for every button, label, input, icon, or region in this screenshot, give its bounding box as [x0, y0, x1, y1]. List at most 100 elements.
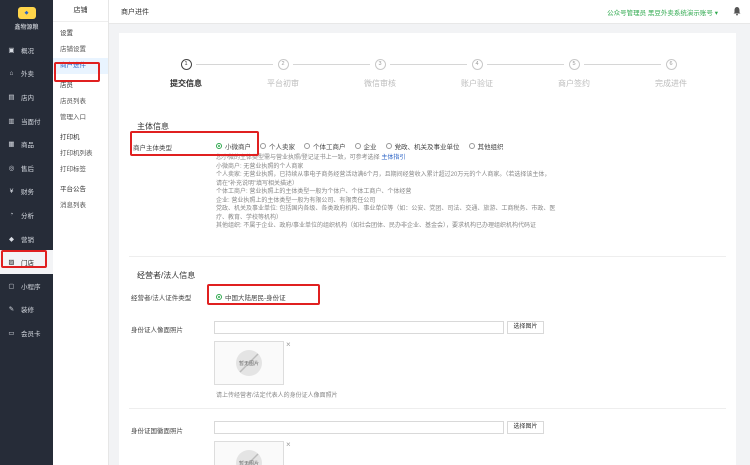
finance-icon: ¥ — [9, 187, 14, 195]
subject-type-option[interactable]: 企业 — [354, 141, 377, 151]
id-type-radios: 中国大陆居民-身份证 — [216, 292, 295, 302]
main-sidebar: ◆ 鑫物源粮 ▣ 概况 ⌂ 外卖 ▤ 店内 ▥ 当面付 ▦ 商品 ◎ 售后 ¥ 财务 ◔ 分析 ◆ 营销 ▨ 门店 ▢ 小… — [0, 0, 53, 465]
merchant-onboarding-card: 1 提交信息 2 平台初审 3 微信审核 4 账户验证 5 商户签约 6 完成进件 主体信息 商户主体… — [119, 33, 736, 465]
step-number: 3 — [374, 59, 386, 70]
bell-icon[interactable] — [732, 6, 742, 16]
sidebar-item-0[interactable]: ▣ 概况 — [0, 38, 53, 62]
subject-type-label: 商户主体类型 — [133, 145, 172, 152]
sidebar-item-label: 装修 — [21, 307, 34, 315]
step-label: 平台初审 — [267, 79, 299, 88]
step-number: 1 — [180, 59, 192, 70]
no-image-text: 暂无图片 — [238, 360, 259, 367]
membercard-icon: ▭ — [8, 329, 15, 337]
step-number: 5 — [568, 59, 580, 70]
sidebar-item-label: 外卖 — [21, 71, 34, 79]
subnav-item[interactable]: 管理入口 — [53, 110, 108, 126]
store-icon: ▤ — [8, 93, 15, 101]
sidebar-item-1[interactable]: ⌂ 外卖 — [0, 62, 53, 86]
logo[interactable]: ◆ 鑫物源粮 — [0, 0, 53, 38]
subject-type-option[interactable]: 党政、机关及事业单位 — [385, 141, 460, 151]
radio-dot-icon — [385, 143, 392, 149]
step-5: 5 商户签约 — [539, 59, 609, 89]
sidebar-item-label: 营销 — [21, 236, 34, 244]
subject-type-option-label: 其他组织 — [477, 144, 504, 151]
step-number: 2 — [277, 59, 289, 70]
subject-guide-link[interactable]: 主体指引 — [381, 155, 405, 161]
step-1: 1 提交信息 — [151, 59, 221, 89]
marketing-icon: ◆ — [9, 235, 14, 243]
subject-type-option-label: 企业 — [363, 144, 377, 151]
help-line: 个人卖家: 无营业执照，已持续从事电子商务经营活动满6个月，且期间经营收入累计超… — [216, 172, 551, 187]
step-label: 账户验证 — [461, 79, 493, 88]
subject-type-option[interactable]: 个人卖家 — [260, 141, 295, 151]
secondary-sidebar: 店铺 设置 店铺设置 商户进件 店员 店员列表 管理入口 打印机 打印机列表 打印标签 平台公告消… — [53, 0, 109, 465]
sidebar-item-9[interactable]: ▨ 门店 — [0, 250, 53, 274]
subject-type-option[interactable]: 个体工商户 — [304, 141, 346, 151]
emblem-photo-input[interactable] — [214, 421, 504, 434]
id-type-option-label: 中国大陆居民-身份证 — [225, 295, 286, 302]
step-number: 6 — [665, 59, 677, 70]
remove-image-icon[interactable]: × — [286, 440, 291, 449]
sidebar-item-label: 小程序 — [21, 283, 41, 291]
emblem-select-image-button[interactable]: 选择图片 — [507, 421, 544, 434]
subnav-item[interactable]: 消息列表 — [53, 198, 108, 214]
emblem-photo-label: 身份证国徽面照片 — [131, 428, 183, 435]
id-type-option[interactable]: 中国大陆居民-身份证 — [216, 292, 286, 302]
decorate-icon: ✎ — [8, 306, 15, 314]
portrait-select-image-button[interactable]: 选择图片 — [507, 321, 544, 334]
sidebar-item-3[interactable]: ▥ 当面付 — [0, 109, 53, 133]
step-3: 3 微信审核 — [345, 59, 415, 89]
sidebar-item-label: 店内 — [21, 94, 34, 102]
sidebar-item-label: 分析 — [21, 212, 34, 220]
radio-dot-icon — [216, 143, 222, 149]
subnav-group-title: 平台公告 — [60, 186, 86, 193]
no-image-text: 暂无图片 — [238, 460, 259, 465]
section-divider — [129, 408, 726, 409]
subnav-item[interactable]: 打印标签 — [53, 162, 108, 178]
subnav-group-title: 店员 — [60, 82, 73, 89]
subnav-item[interactable]: 店员列表 — [53, 94, 108, 110]
portrait-photo-thumbnail: 暂无图片 — [214, 341, 284, 385]
sidebar-item-6[interactable]: ¥ 财务 — [0, 180, 53, 204]
sidebar-item-8[interactable]: ◆ 营销 — [0, 227, 53, 251]
portrait-upload-hint: 请上传经营者/法定代表人的身份证人像面照片 — [216, 393, 338, 399]
facepay-icon: ▥ — [8, 117, 15, 125]
subject-help-text: 您小微的主体类型需与营业执照/登记证书上一致，可参考选择 主体指引 小微商户: … — [216, 154, 556, 231]
subnav-item[interactable]: 打印机列表 — [53, 146, 108, 162]
help-line: 企业: 营业执照上的主体类型一般为有限公司、有限责任公司 — [216, 197, 376, 204]
operator-section-title: 经营者/法人信息 — [137, 271, 196, 280]
help-line: 个体工商户: 营业执照上的主体类型一般为个体户、个体工商户、个体经营 — [216, 189, 412, 195]
sidebar-item-5[interactable]: ◎ 售后 — [0, 156, 53, 180]
emblem-photo-thumbnail: 暂无图片 — [214, 441, 284, 465]
radio-dot-icon — [354, 143, 361, 149]
step-number: 4 — [471, 59, 483, 70]
sidebar-item-label: 财务 — [21, 189, 34, 197]
portrait-photo-input[interactable] — [214, 321, 504, 334]
subject-type-option[interactable]: 小微商户 — [216, 141, 251, 151]
subnav-group-title: 设置 — [60, 30, 73, 37]
radio-dot-icon — [260, 143, 266, 149]
subnav-item[interactable]: 店铺设置 — [53, 42, 108, 58]
miniapp-icon: ▢ — [8, 282, 15, 290]
sidebar-item-11[interactable]: ✎ 装修 — [0, 298, 53, 322]
subject-type-option[interactable]: 其他组织 — [468, 141, 504, 151]
help-line: 小微商户: 无营业执照的个人商家 — [216, 163, 304, 170]
remove-image-icon[interactable]: × — [286, 340, 291, 349]
logo-text: 鑫物源粮 — [14, 25, 39, 31]
top-bar: 商户进件 公众号管理员 黑豆外卖系统演示账号 ▾ — [109, 0, 750, 24]
sidebar-item-4[interactable]: ▦ 商品 — [0, 132, 53, 156]
subnav-item[interactable]: 商户进件 — [53, 58, 108, 74]
sidebar-item-10[interactable]: ▢ 小程序 — [0, 274, 53, 298]
sidebar-item-label: 售后 — [21, 165, 34, 173]
subnav-title: 店铺 — [53, 0, 108, 22]
takeout-icon: ⌂ — [9, 69, 14, 77]
logo-icon: ◆ — [17, 7, 36, 19]
subject-section-title: 主体信息 — [137, 122, 169, 131]
account-menu[interactable]: 公众号管理员 黑豆外卖系统演示账号 ▾ — [607, 7, 718, 17]
sidebar-item-2[interactable]: ▤ 店内 — [0, 85, 53, 109]
sidebar-item-7[interactable]: ◔ 分析 — [0, 203, 53, 227]
section-divider — [129, 256, 726, 257]
sidebar-item-12[interactable]: ▭ 会员卡 — [0, 321, 53, 345]
step-label: 完成进件 — [655, 79, 687, 88]
sidebar-item-label: 会员卡 — [21, 330, 41, 338]
